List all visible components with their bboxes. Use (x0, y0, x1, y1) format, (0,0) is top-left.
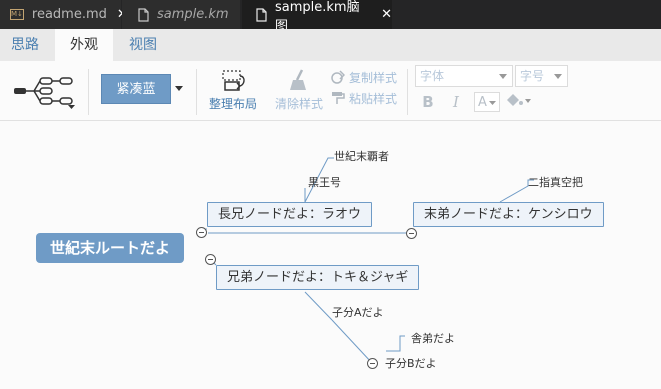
node-raoh-child-2[interactable]: 黒王号 (308, 175, 341, 191)
italic-button[interactable]: I (447, 92, 465, 112)
collapse-toggle[interactable] (406, 228, 417, 239)
bold-button[interactable]: B (419, 92, 437, 112)
node-kenshiro[interactable]: 末弟ノードだよ：ケンシロウ (413, 202, 604, 227)
font-family-select[interactable]: 字体 (415, 65, 513, 87)
node-toki-child-b[interactable]: 子分Bだよ (385, 356, 437, 372)
tab-view[interactable]: 视图 (116, 29, 170, 61)
font-size-select[interactable]: 字号 (515, 65, 568, 87)
copy-style-icon (331, 70, 345, 84)
background-color-button[interactable] (503, 92, 533, 112)
node-toki-grandchild[interactable]: 舎弟だよ (411, 331, 455, 347)
paste-style-button[interactable]: 粘贴样式 (331, 90, 397, 106)
collapse-toggle[interactable] (205, 254, 216, 265)
font-color-label: A (478, 95, 487, 110)
toolbar-divider (407, 69, 408, 115)
template-structure-icon (14, 77, 75, 109)
copy-style-button[interactable]: 复制样式 (331, 69, 397, 85)
tab-readme-label: readme.md (31, 7, 107, 22)
tab-sample-km[interactable]: sample.km (122, 0, 240, 29)
node-kenshiro-child[interactable]: 二指真空把 (528, 175, 583, 191)
tab-thought[interactable]: 思路 (0, 29, 50, 61)
chevron-down-icon (499, 74, 507, 79)
font-family-value: 字体 (420, 69, 445, 83)
close-icon[interactable]: ✕ (381, 7, 392, 22)
tab-sample-km-mindmap[interactable]: sample.km脑图 ✕ (242, 0, 392, 34)
arrange-layout-label: 整理布局 (208, 97, 257, 111)
dropdown-arrow-icon (68, 105, 75, 109)
node-toki-child-a[interactable]: 子分Aだよ (332, 305, 384, 321)
arrange-layout-button[interactable]: 整理布局 (206, 66, 260, 114)
menu-bar: 思路 外观 视图 (0, 29, 661, 61)
copy-style-label: 复制样式 (349, 70, 398, 85)
mindmap-canvas[interactable]: 世紀末ルートだよ 長兄ノードだよ：ラオウ 世紀末覇者 黒王号 末弟ノードだよ：ケ… (0, 122, 661, 389)
chevron-down-icon (554, 74, 562, 79)
broom-icon (290, 69, 306, 90)
template-button[interactable] (12, 71, 78, 111)
paste-style-label: 粘贴样式 (349, 91, 398, 106)
toolbar-divider (196, 69, 197, 115)
chevron-down-icon[interactable] (174, 83, 184, 93)
node-raoh[interactable]: 長兄ノードだよ：ラオウ (207, 202, 373, 227)
arrange-layout-icon (222, 70, 245, 91)
collapse-toggle[interactable] (367, 358, 378, 369)
root-node[interactable]: 世紀末ルートだよ (36, 233, 185, 263)
collapse-toggle[interactable] (196, 227, 207, 238)
file-icon (256, 7, 267, 22)
node-raoh-child-1[interactable]: 世紀末覇者 (334, 149, 389, 165)
toolbar-divider (88, 69, 89, 115)
markdown-file-icon: M↓ (10, 9, 24, 20)
tab-readme[interactable]: M↓ readme.md ✕ (0, 0, 128, 29)
tab-appearance[interactable]: 外观 (55, 29, 113, 61)
clear-style-label: 清除样式 (274, 97, 323, 111)
tab-sample-km-label: sample.km (157, 7, 229, 22)
editor-tab-bar: M↓ readme.md ✕ sample.km sample.km脑图 ✕ (0, 0, 661, 34)
font-size-value: 字号 (520, 69, 545, 83)
font-color-button[interactable]: A (474, 92, 500, 112)
toolbar: 紧凑蓝 整理布局 清除样式 复制样式 粘贴样式 字体 字号 B I A (0, 61, 661, 121)
node-toki[interactable]: 兄弟ノードだよ：トキ＆ジャギ (216, 265, 420, 290)
file-icon (138, 7, 149, 22)
chevron-down-icon (488, 100, 496, 105)
clear-style-button[interactable]: 清除样式 (273, 66, 325, 114)
paint-roller-icon (332, 92, 345, 104)
theme-button[interactable]: 紧凑蓝 (101, 74, 171, 104)
paint-bucket-icon (507, 94, 531, 106)
